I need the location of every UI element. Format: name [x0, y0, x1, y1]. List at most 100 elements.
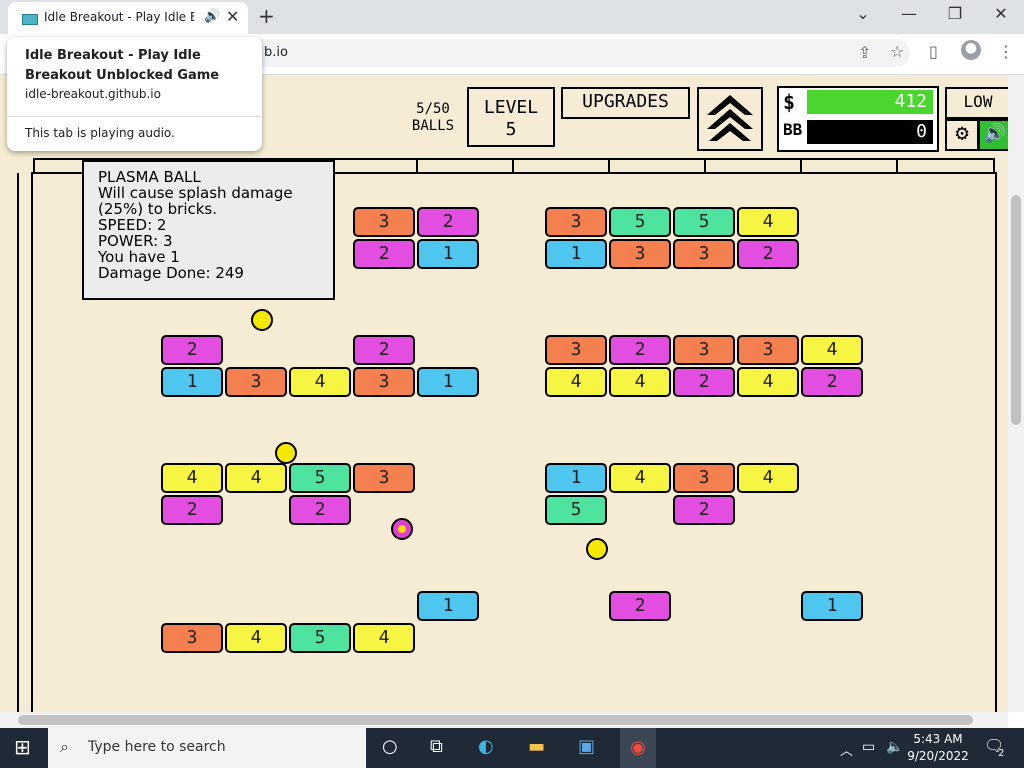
brick[interactable]: 4	[289, 367, 351, 397]
minimize-button[interactable]: —	[894, 4, 924, 23]
share-icon[interactable]: ⇪	[858, 43, 871, 62]
brick[interactable]: 2	[161, 335, 223, 365]
sound-toggle-icon[interactable]: 🔊	[978, 119, 1008, 151]
brick[interactable]: 4	[609, 367, 671, 397]
speaker-icon[interactable]: 🔊	[204, 9, 220, 24]
brick[interactable]: 4	[609, 463, 671, 493]
upgrades-button[interactable]: UPGRADES	[561, 87, 690, 119]
tab-close-icon[interactable]: ✕	[226, 7, 239, 26]
brick[interactable]: 1	[801, 591, 863, 621]
brick[interactable]: 3	[353, 207, 415, 237]
bb-row: BB 0	[779, 118, 937, 146]
vertical-scroll-thumb[interactable]	[1011, 195, 1021, 425]
brick[interactable]: 2	[737, 239, 799, 269]
brick[interactable]: 4	[161, 463, 223, 493]
side-panel-icon[interactable]: ▯	[929, 42, 938, 61]
prestige-button[interactable]	[697, 87, 763, 151]
chrome-icon[interactable]: ◉	[620, 728, 656, 768]
brick[interactable]: 4	[545, 367, 607, 397]
tray-chevron-icon[interactable]: ︿	[840, 740, 853, 759]
quality-low-button[interactable]: LOW	[945, 87, 1008, 119]
brick[interactable]: 2	[161, 495, 223, 525]
brick[interactable]: 2	[609, 591, 671, 621]
ball	[251, 309, 273, 331]
ball-info-tooltip: PLASMA BALL Will cause splash damage (25…	[82, 160, 335, 300]
brick[interactable]: 1	[545, 463, 607, 493]
brick[interactable]: 1	[417, 367, 479, 397]
brick[interactable]: 5	[545, 495, 607, 525]
brick[interactable]: 3	[737, 335, 799, 365]
horizontal-scroll-thumb[interactable]	[18, 715, 973, 725]
brick[interactable]: 5	[673, 207, 735, 237]
horizontal-scrollbar[interactable]	[0, 712, 1008, 728]
brick[interactable]: 2	[353, 335, 415, 365]
taskbar-search-box[interactable]: ⌕ Type here to search	[48, 728, 366, 768]
brick[interactable]: 1	[545, 239, 607, 269]
brick[interactable]: 5	[289, 623, 351, 653]
volume-icon[interactable]: 🔈	[886, 739, 903, 755]
brick[interactable]: 3	[673, 463, 735, 493]
brick[interactable]: 2	[801, 367, 863, 397]
ball	[586, 538, 608, 560]
brick[interactable]: 4	[737, 367, 799, 397]
money-value: 412	[807, 90, 933, 114]
vertical-scrollbar[interactable]	[1008, 75, 1024, 712]
brick[interactable]: 3	[353, 367, 415, 397]
close-window-button[interactable]: ✕	[986, 4, 1016, 23]
edge-icon[interactable]: ◐	[478, 736, 494, 757]
store-icon[interactable]: ▣	[578, 736, 595, 757]
windows-start-icon[interactable]: ⊞	[14, 735, 31, 759]
system-clock[interactable]: 5:43 AM 9/20/2022	[906, 731, 970, 765]
profile-avatar-icon[interactable]: ●	[961, 40, 981, 60]
brick[interactable]: 3	[609, 239, 671, 269]
brick[interactable]: 2	[673, 367, 735, 397]
settings-gear-icon[interactable]: ⚙	[945, 119, 979, 151]
cortana-icon[interactable]: ○	[382, 736, 398, 757]
brick[interactable]: 3	[673, 239, 735, 269]
network-icon[interactable]: ▭	[862, 739, 875, 755]
info-title: PLASMA BALL	[98, 168, 201, 186]
tab-bar: Idle Breakout - Play Idle Brea 🔊 ✕ + ⌄ —…	[0, 0, 1024, 34]
brick[interactable]: 4	[225, 463, 287, 493]
new-tab-button[interactable]: +	[258, 4, 275, 28]
balls-count: 5/50	[416, 101, 450, 117]
brick[interactable]: 4	[353, 623, 415, 653]
info-speed: SPEED: 2	[98, 216, 167, 234]
brick[interactable]: 3	[545, 207, 607, 237]
hover-card-divider	[7, 116, 262, 117]
browser-tab[interactable]: Idle Breakout - Play Idle Brea 🔊 ✕	[8, 2, 248, 34]
task-view-icon[interactable]: ⧉	[430, 736, 443, 757]
brick[interactable]: 1	[417, 239, 479, 269]
windows-taskbar: ⊞ ⌕ Type here to search ○ ⧉ ◐ ▬ ▣ ◉ ︿ ▭ …	[0, 728, 1024, 768]
brick[interactable]: 2	[289, 495, 351, 525]
bookmark-star-icon[interactable]: ☆	[890, 42, 904, 61]
brick[interactable]: 2	[673, 495, 735, 525]
brick[interactable]: 4	[801, 335, 863, 365]
tab-search-icon[interactable]: ⌄	[848, 4, 878, 23]
brick[interactable]: 5	[289, 463, 351, 493]
brick[interactable]: 1	[161, 367, 223, 397]
brick[interactable]: 3	[673, 335, 735, 365]
balls-counter: 5/50 BALLS	[398, 101, 468, 135]
brick[interactable]: 3	[545, 335, 607, 365]
chevrons-up-icon	[707, 95, 753, 141]
brick[interactable]: 2	[417, 207, 479, 237]
brick[interactable]: 2	[353, 239, 415, 269]
brick[interactable]: 1	[417, 591, 479, 621]
brick[interactable]: 4	[737, 463, 799, 493]
brick[interactable]: 3	[225, 367, 287, 397]
restore-button[interactable]: ❐	[940, 4, 970, 23]
menu-kebab-icon[interactable]: ⋮	[998, 42, 1014, 61]
brick[interactable]: 5	[609, 207, 671, 237]
brick[interactable]: 4	[225, 623, 287, 653]
brick[interactable]: 3	[161, 623, 223, 653]
info-damage: Damage Done: 249	[98, 264, 244, 282]
info-desc-2: (25%) to bricks.	[98, 200, 218, 218]
brick[interactable]: 2	[609, 335, 671, 365]
brick[interactable]: 3	[353, 463, 415, 493]
money-row: $ 412	[779, 88, 937, 116]
file-explorer-icon[interactable]: ▬	[528, 736, 545, 757]
omnibox[interactable]: b.io	[250, 39, 910, 67]
bb-label: BB	[783, 120, 803, 139]
brick[interactable]: 4	[737, 207, 799, 237]
